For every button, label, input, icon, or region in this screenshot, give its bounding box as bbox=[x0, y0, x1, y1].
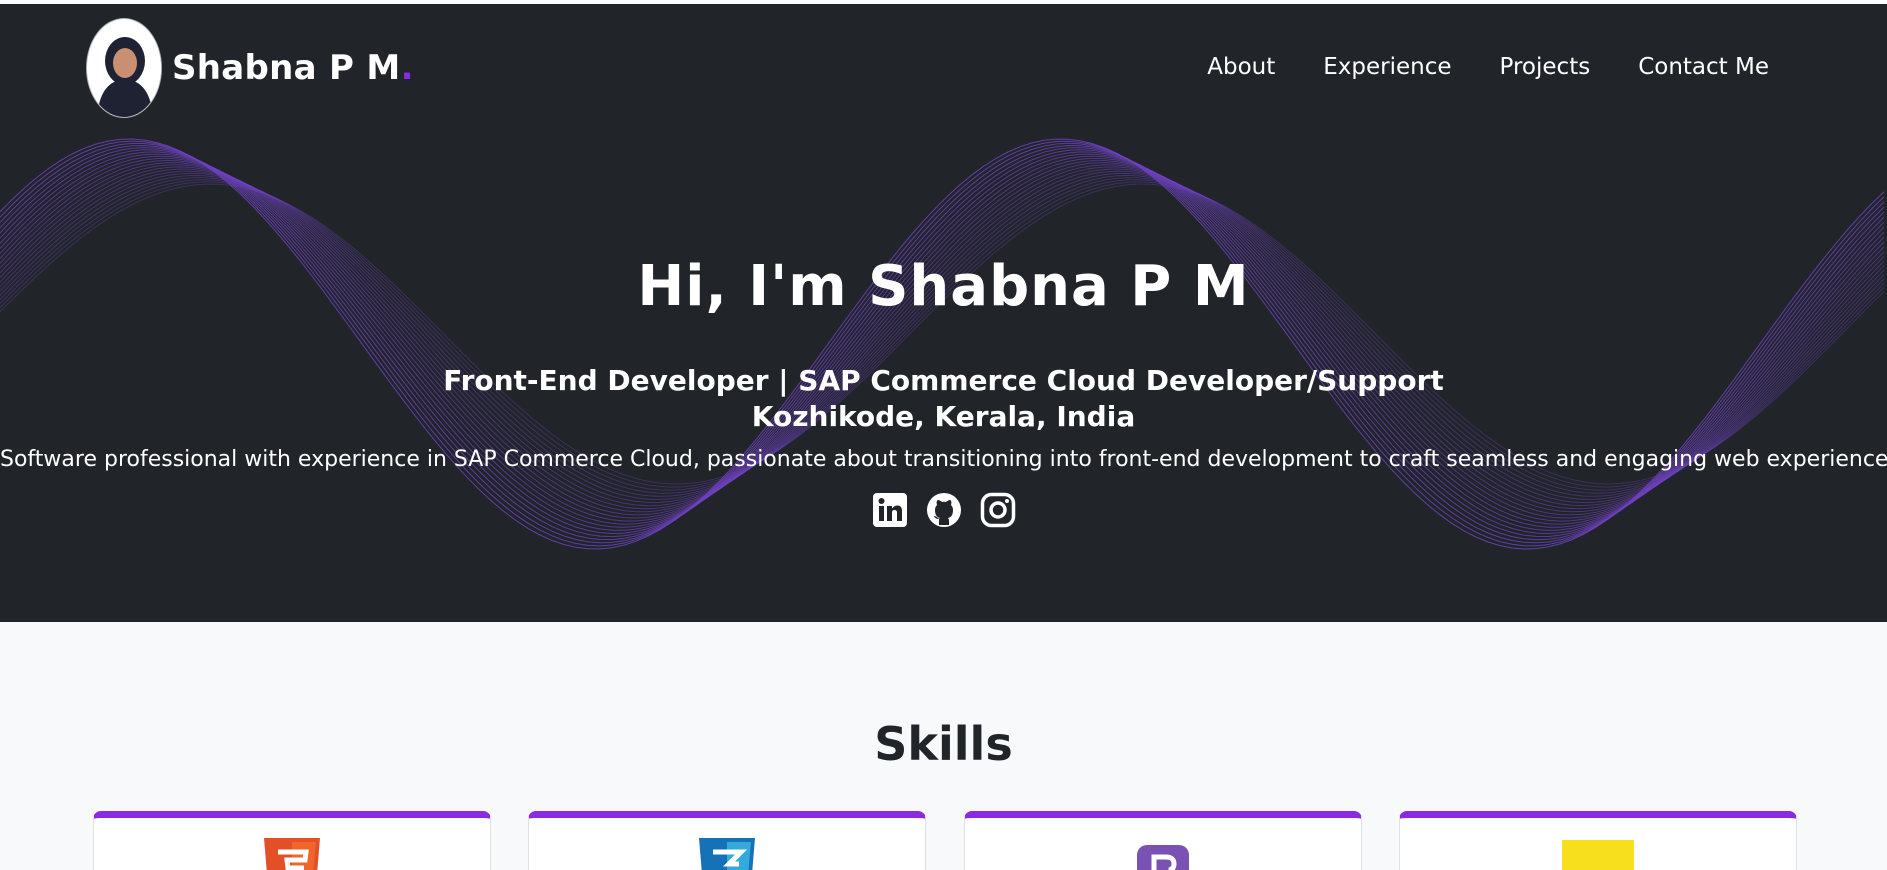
html5-icon bbox=[264, 838, 320, 870]
hero-content: Hi, I'm Shabna P M Front-End Developer |… bbox=[0, 254, 1887, 528]
navbar: Shabna P M. About Experience Projects Co… bbox=[0, 4, 1887, 124]
linkedin-icon[interactable] bbox=[872, 492, 908, 528]
hero-section: Shabna P M. About Experience Projects Co… bbox=[0, 0, 1887, 622]
css3-icon bbox=[699, 838, 755, 870]
javascript-icon bbox=[1562, 840, 1634, 870]
nav-menu: About Experience Projects Contact Me bbox=[1207, 54, 1769, 80]
hero-location: Kozhikode, Kerala, India bbox=[751, 400, 1136, 433]
brand-name: Shabna P M. bbox=[172, 48, 414, 88]
nav-experience[interactable]: Experience bbox=[1323, 54, 1451, 80]
bootstrap-icon bbox=[1137, 845, 1189, 870]
skill-card-javascript bbox=[1399, 811, 1797, 870]
brand[interactable]: Shabna P M. bbox=[86, 18, 414, 118]
skill-card-bootstrap bbox=[964, 811, 1362, 870]
avatar bbox=[86, 18, 162, 118]
instagram-icon[interactable] bbox=[980, 492, 1016, 528]
skills-section: Skills bbox=[0, 622, 1887, 870]
brand-dot: . bbox=[400, 48, 414, 88]
skill-card-html bbox=[93, 811, 491, 870]
social-links bbox=[0, 492, 1887, 528]
nav-contact-me[interactable]: Contact Me bbox=[1638, 54, 1769, 80]
nav-about[interactable]: About bbox=[1207, 54, 1275, 80]
skills-title: Skills bbox=[874, 717, 1013, 771]
hero-title: Hi, I'm Shabna P M bbox=[637, 254, 1250, 319]
nav-projects[interactable]: Projects bbox=[1500, 54, 1591, 80]
hero-subtitle: Front-End Developer | SAP Commerce Cloud… bbox=[443, 364, 1444, 397]
github-icon[interactable] bbox=[926, 492, 962, 528]
skill-card-css bbox=[528, 811, 926, 870]
hero-description: Software professional with experience in… bbox=[0, 447, 1887, 472]
